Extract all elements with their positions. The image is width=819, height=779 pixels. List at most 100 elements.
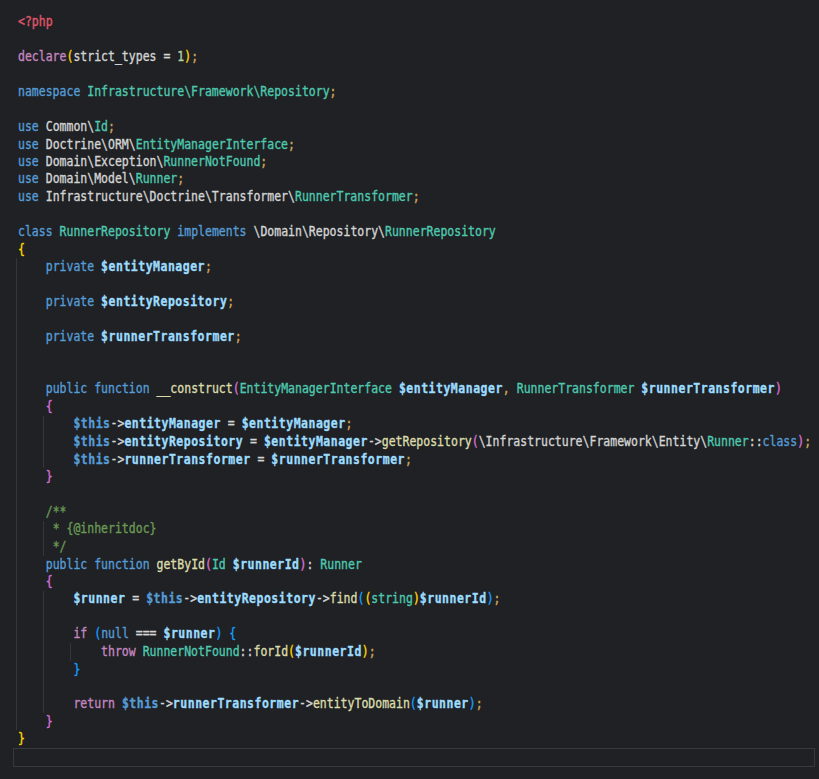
code-token-s: ; bbox=[369, 643, 376, 660]
code-token-p bbox=[18, 713, 46, 730]
code-line[interactable]: use Doctrine\ORM\EntityManagerInterface; bbox=[18, 135, 811, 152]
code-token-b3: { bbox=[229, 625, 236, 642]
code-token-p bbox=[18, 555, 46, 572]
code-token-v: $runnerTransformer bbox=[101, 328, 235, 345]
code-line[interactable]: $this->runnerTransformer = $runnerTransf… bbox=[18, 450, 811, 467]
code-token-k: implements bbox=[177, 223, 246, 240]
code-line[interactable] bbox=[18, 205, 811, 222]
code-line[interactable]: $runner = $this->entityRepository->find(… bbox=[18, 590, 811, 607]
code-token-b3: ) bbox=[487, 590, 494, 607]
code-line[interactable]: namespace Infrastructure\Framework\Repos… bbox=[18, 83, 811, 100]
code-token-s: ; bbox=[476, 695, 483, 712]
code-line[interactable]: public function getById(Id $runnerId): R… bbox=[18, 555, 811, 572]
code-line[interactable]: */ bbox=[18, 538, 811, 555]
code-token-k: use bbox=[18, 153, 39, 170]
code-line[interactable]: { bbox=[18, 240, 811, 257]
code-line[interactable]: } bbox=[18, 730, 811, 747]
code-line[interactable] bbox=[18, 363, 811, 380]
code-line[interactable]: } bbox=[18, 468, 811, 485]
code-line[interactable]: { bbox=[18, 573, 811, 590]
code-line[interactable]: private $entityManager; bbox=[18, 258, 811, 275]
code-token-b1: } bbox=[18, 730, 25, 747]
code-token-s: ; bbox=[804, 433, 811, 450]
code-line[interactable] bbox=[18, 345, 811, 362]
code-line[interactable]: } bbox=[18, 713, 811, 730]
code-token-p bbox=[226, 555, 233, 572]
code-token-v: $runnerId bbox=[420, 590, 487, 607]
code-token-p: -> bbox=[111, 433, 125, 450]
code-token-th: $this bbox=[146, 590, 183, 607]
code-token-c: declare bbox=[18, 48, 66, 65]
code-token-b1: ) bbox=[413, 590, 420, 607]
code-token-b2: ( bbox=[205, 555, 212, 572]
code-token-f: forId bbox=[253, 643, 288, 660]
code-token-p bbox=[18, 433, 73, 450]
code-token-p: Common\ bbox=[39, 118, 94, 135]
code-line[interactable]: <?php bbox=[18, 13, 811, 30]
code-line[interactable] bbox=[18, 310, 811, 327]
code-token-p: strict_types = bbox=[73, 48, 177, 65]
code-line[interactable]: return $this->runnerTransformer->entityT… bbox=[18, 695, 811, 712]
code-token-b3: ( bbox=[410, 695, 417, 712]
code-line[interactable]: declare(strict_types = 1); bbox=[18, 48, 811, 65]
code-line[interactable]: public function __construct(EntityManage… bbox=[18, 380, 811, 397]
code-line[interactable] bbox=[18, 485, 811, 502]
code-token-k: namespace bbox=[18, 83, 80, 100]
code-token-p: = bbox=[251, 450, 272, 467]
code-line[interactable]: use Domain\Exception\RunnerNotFound; bbox=[18, 153, 811, 170]
code-token-p bbox=[18, 415, 73, 432]
code-token-p bbox=[18, 573, 46, 590]
code-token-s: ; bbox=[227, 293, 234, 310]
code-line[interactable]: private $runnerTransformer; bbox=[18, 328, 811, 345]
code-line[interactable]: class RunnerRepository implements \Domai… bbox=[18, 223, 811, 240]
code-token-p bbox=[18, 695, 73, 712]
code-line[interactable]: { bbox=[18, 398, 811, 415]
code-token-p bbox=[18, 625, 73, 642]
code-token-p: :: bbox=[749, 433, 763, 450]
code-token-t: EntityManagerInterface bbox=[136, 135, 288, 152]
code-token-t: Infrastructure\Framework\Repository bbox=[87, 83, 329, 100]
code-line[interactable]: use Domain\Model\Runner; bbox=[18, 170, 811, 187]
code-line[interactable]: $this->entityManager = $entityManager; bbox=[18, 415, 811, 432]
code-token-cm: /** bbox=[46, 503, 67, 520]
code-token-s: ; bbox=[405, 450, 412, 467]
code-token-v: $runner bbox=[417, 695, 469, 712]
code-line[interactable]: use Infrastructure\Doctrine\Transformer\… bbox=[18, 188, 811, 205]
code-line[interactable]: * {@inheritdoc} bbox=[18, 520, 811, 537]
code-line[interactable]: /** bbox=[18, 503, 811, 520]
code-line[interactable] bbox=[18, 30, 811, 47]
code-line[interactable]: if (null === $runner) { bbox=[18, 625, 811, 642]
code-token-v: $runnerId bbox=[233, 555, 300, 572]
code-token-t: RunnerRepository bbox=[385, 223, 496, 240]
code-line[interactable] bbox=[18, 100, 811, 117]
code-token-p: -> bbox=[368, 433, 382, 450]
code-line[interactable] bbox=[18, 678, 811, 695]
code-line[interactable]: use Common\Id; bbox=[18, 118, 811, 135]
code-line[interactable]: } bbox=[18, 660, 811, 677]
code-token-p bbox=[18, 258, 46, 275]
code-token-v: $runner bbox=[73, 590, 125, 607]
code-line[interactable] bbox=[18, 608, 811, 625]
code-line[interactable] bbox=[18, 275, 811, 292]
code-token-t: Runner bbox=[707, 433, 749, 450]
code-line[interactable]: private $entityRepository; bbox=[18, 293, 811, 310]
code-token-b2: } bbox=[46, 713, 53, 730]
code-token-t: Runner bbox=[136, 170, 178, 187]
code-token-p: Infrastructure\Doctrine\Transformer\ bbox=[39, 188, 295, 205]
code-token-tag: <?php bbox=[18, 13, 53, 30]
code-token-b3: } bbox=[73, 660, 80, 677]
code-token-p: = bbox=[243, 433, 264, 450]
code-line[interactable]: $this->entityRepository = $entityManager… bbox=[18, 433, 811, 450]
code-token-cast: string bbox=[371, 590, 413, 607]
code-line[interactable]: throw RunnerNotFound::forId($runnerId); bbox=[18, 643, 811, 660]
code-token-th: $this bbox=[73, 415, 110, 432]
code-token-p: -> bbox=[183, 590, 197, 607]
code-token-t: RunnerTransformer bbox=[295, 188, 413, 205]
code-token-v: $runnerId bbox=[295, 643, 362, 660]
code-token-p bbox=[18, 380, 46, 397]
code-line[interactable] bbox=[18, 65, 811, 82]
code-token-k: private bbox=[46, 328, 94, 345]
code-editor[interactable]: <?php declare(strict_types = 1); namespace… bbox=[18, 13, 811, 748]
code-token-k: private bbox=[46, 258, 94, 275]
code-token-k: function bbox=[94, 555, 149, 572]
